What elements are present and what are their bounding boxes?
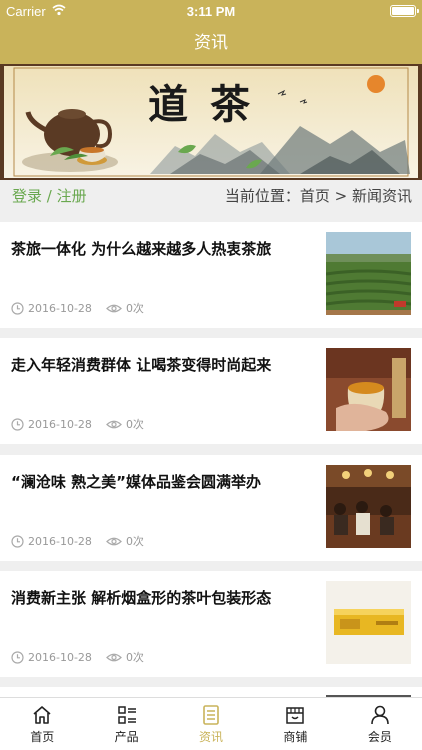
news-thumbnail[interactable]: [326, 465, 411, 548]
news-item[interactable]: 茶旅一体化 为什么越来越多人热衷茶旅 2016-10-28 0次: [0, 222, 422, 328]
tab-label: 产品: [114, 730, 139, 744]
news-view-count: 0次: [125, 535, 144, 548]
news-title: “澜沧味 熟之美”媒体品鉴会圆满举办: [11, 473, 261, 491]
tab-member[interactable]: 会员: [338, 698, 422, 750]
eye-icon: [106, 420, 122, 428]
auth-separator: /: [42, 187, 57, 205]
news-thumbnail[interactable]: [326, 581, 411, 664]
breadcrumb: 当前位置：首页 > 新闻资讯: [224, 187, 412, 205]
home-icon: [33, 706, 51, 724]
news-title: 茶旅一体化 为什么越来越多人热衷茶旅: [11, 240, 272, 258]
tab-label: 会员: [367, 730, 392, 744]
tab-news[interactable]: 资讯: [169, 698, 253, 750]
event-room-image: [326, 465, 411, 548]
news-views: 0次: [106, 533, 144, 549]
auth-links: 登录 / 注册: [12, 180, 87, 212]
tab-label: 资讯: [199, 730, 224, 744]
nav-bar: 资讯: [0, 22, 422, 64]
register-link[interactable]: 注册: [57, 187, 87, 205]
battery-icon: [390, 5, 419, 17]
tea-box-image: [326, 581, 411, 664]
tea-field-image: [326, 232, 411, 315]
news-views: 0次: [106, 416, 144, 432]
news-thumbnail[interactable]: [326, 232, 411, 315]
news-meta: 2016-10-28 0次: [11, 533, 144, 549]
store-icon: [286, 707, 305, 724]
news-meta: 2016-10-28 0次: [11, 416, 144, 432]
eye-icon: [106, 537, 122, 545]
news-item[interactable]: 消费新主张 解析烟盒形的茶叶包装形态 2016-10-28 0次: [0, 571, 422, 677]
news-date: 2016-10-28: [28, 301, 92, 315]
banner-calligraphy: 道茶: [148, 81, 272, 128]
tab-bar: 首页 产品 资讯 商铺 会员: [0, 697, 422, 750]
news-view-count: 0次: [125, 651, 144, 664]
news-meta: 2016-10-28 0次: [11, 649, 144, 665]
clock-icon: [11, 534, 24, 548]
news-meta: 2016-10-28 0次: [11, 300, 144, 316]
page-title: 资讯: [194, 33, 228, 53]
tea-cup-image: [326, 348, 411, 431]
news-date: 2016-10-28: [28, 650, 92, 664]
banner-image[interactable]: 道茶: [0, 64, 422, 180]
tab-store[interactable]: 商铺: [253, 698, 337, 750]
tea-banner-illustration: 道茶: [0, 64, 422, 180]
clock-icon: [11, 650, 24, 664]
news-thumbnail[interactable]: [326, 348, 411, 431]
eye-icon: [106, 653, 122, 661]
login-link[interactable]: 登录: [12, 187, 42, 205]
tab-products[interactable]: 产品: [84, 698, 168, 750]
news-date: 2016-10-28: [28, 417, 92, 431]
news-date: 2016-10-28: [28, 534, 92, 548]
tab-label: 首页: [30, 730, 55, 744]
user-icon: [371, 705, 389, 725]
news-view-count: 0次: [125, 302, 144, 315]
tab-home[interactable]: 首页: [0, 698, 84, 750]
login-bar: 登录 / 注册 当前位置：首页 > 新闻资讯: [0, 180, 422, 212]
news-item[interactable]: “澜沧味 熟之美”媒体品鉴会圆满举办 2016-10-28 0次: [0, 455, 422, 561]
news-title: 消费新主张 解析烟盒形的茶叶包装形态: [11, 589, 272, 607]
news-title: 走入年轻消费群体 让喝茶变得时尚起来: [11, 356, 272, 374]
clock-icon: [11, 417, 24, 431]
news-icon: [203, 705, 219, 725]
news-views: 0次: [106, 300, 144, 316]
tab-label: 商铺: [283, 730, 308, 744]
clock-icon: [11, 301, 24, 315]
news-item[interactable]: 走入年轻消费群体 让喝茶变得时尚起来 2016-10-28 0次: [0, 338, 422, 444]
news-views: 0次: [106, 649, 144, 665]
status-bar: Carrier 3:11 PM: [0, 0, 422, 22]
list-icon: [117, 706, 136, 724]
news-view-count: 0次: [125, 418, 144, 431]
eye-icon: [106, 304, 122, 312]
clock: 3:11 PM: [186, 4, 236, 19]
